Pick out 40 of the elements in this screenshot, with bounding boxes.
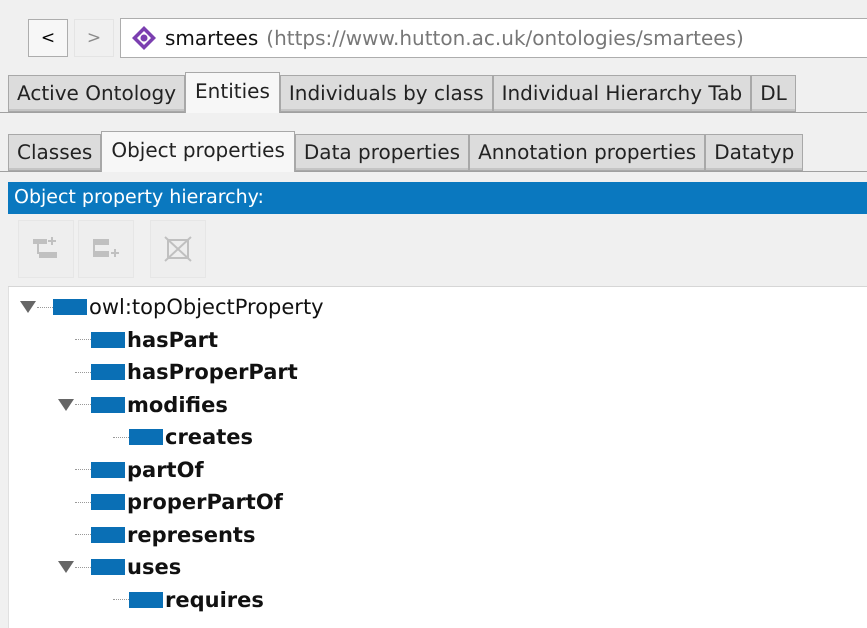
property-label[interactable]: uses xyxy=(127,555,182,580)
property-icon xyxy=(91,364,125,380)
tab[interactable]: Datatyp xyxy=(705,134,804,171)
delete-icon xyxy=(162,234,194,264)
ontology-name: smartees xyxy=(165,26,258,50)
property-label[interactable]: represents xyxy=(127,522,256,547)
property-icon xyxy=(91,559,125,576)
ontology-diamond-icon xyxy=(131,25,157,51)
property-icon xyxy=(129,592,163,608)
tab[interactable]: Annotation properties xyxy=(469,134,706,171)
property-icon xyxy=(91,396,125,413)
property-label[interactable]: properPartOf xyxy=(127,490,283,514)
property-icon xyxy=(91,462,125,478)
property-label[interactable]: owl:topObjectProperty xyxy=(89,295,324,320)
collapse-triangle-icon[interactable] xyxy=(57,560,75,574)
tab[interactable]: Active Ontology xyxy=(8,75,186,112)
tab[interactable]: Entities xyxy=(185,72,280,113)
ontology-iri: (https://www.hutton.ac.uk/ontologies/smartees) xyxy=(266,26,744,50)
property-label[interactable]: hasPart xyxy=(127,328,218,352)
property-icon xyxy=(53,299,87,316)
tab[interactable]: Individual Hierarchy Tab xyxy=(492,75,752,112)
property-label[interactable]: modifies xyxy=(127,392,228,417)
property-icon xyxy=(91,332,125,348)
collapse-triangle-icon[interactable] xyxy=(57,398,75,412)
property-icon xyxy=(91,494,125,510)
tab[interactable]: Classes xyxy=(8,134,102,171)
property-icon xyxy=(91,526,125,543)
tab[interactable]: Object properties xyxy=(101,131,295,172)
tab[interactable]: DL xyxy=(751,75,796,112)
tab[interactable]: Individuals by class xyxy=(280,75,493,112)
property-label[interactable]: creates xyxy=(165,425,253,450)
property-icon xyxy=(129,429,163,446)
property-label[interactable]: requires xyxy=(165,588,264,612)
back-button[interactable]: < xyxy=(28,19,68,57)
panel-title: Object property hierarchy: xyxy=(8,182,867,214)
collapse-triangle-icon[interactable] xyxy=(19,300,37,314)
property-label[interactable]: partOf xyxy=(127,458,204,482)
tab[interactable]: Data properties xyxy=(294,134,470,171)
property-label[interactable]: hasProperPart xyxy=(127,360,298,384)
ontology-address-field[interactable]: smartees (https://www.hutton.ac.uk/ontologies/smartees) xyxy=(120,18,867,58)
